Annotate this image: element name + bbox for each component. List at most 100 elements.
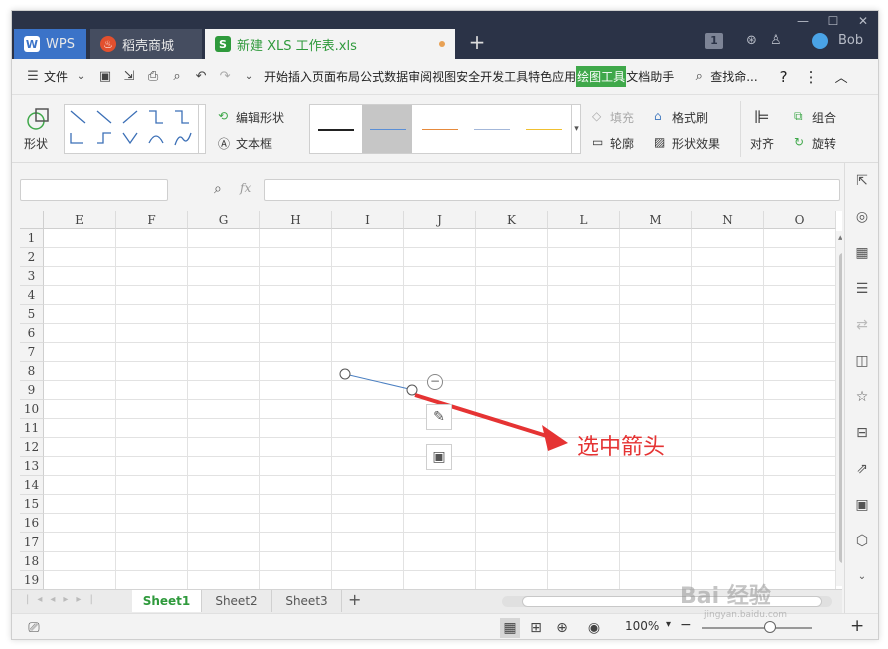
menu-featured-apps[interactable]: 特色应用 — [528, 68, 576, 85]
menu-page-layout[interactable]: 页面布局 — [312, 68, 360, 85]
print-icon[interactable]: ⎙ — [144, 68, 162, 86]
shape-button[interactable]: 形状 — [24, 135, 48, 152]
collapse-ribbon-icon[interactable]: ︿ — [835, 67, 848, 86]
shape-style-brush-icon[interactable]: ✎ — [426, 404, 452, 430]
menu-home[interactable]: 开始 — [264, 68, 288, 85]
format-brush-button[interactable]: 格式刷 — [672, 109, 708, 126]
menu-view[interactable]: 视图 — [432, 68, 456, 85]
print-preview-icon[interactable]: ⌕ — [168, 68, 186, 86]
outline-icon[interactable]: ▭ — [592, 135, 603, 149]
shape-outline-quick-icon[interactable]: ▣ — [426, 444, 452, 470]
menu-developer[interactable]: 开发工具 — [480, 68, 528, 85]
normal-view-icon[interactable]: ▦ — [500, 618, 520, 638]
share-icon[interactable]: ⇗ — [852, 459, 872, 479]
line-style-yellow[interactable] — [526, 129, 562, 130]
sheet-tab-3[interactable]: Sheet3 — [272, 590, 342, 612]
group-button[interactable]: 组合 — [812, 109, 836, 126]
gallery-icon[interactable]: ◫ — [852, 351, 872, 371]
zoom-lookup-icon[interactable]: ⌕ — [214, 181, 222, 197]
close-button[interactable]: ✕ — [848, 13, 878, 29]
tab-wps-home[interactable]: W WPS — [14, 29, 86, 59]
save-icon[interactable]: ▣ — [96, 68, 114, 86]
tab-docer-store[interactable]: ♨ 稻壳商城 — [90, 29, 202, 59]
sheet-nav-arrows-icon[interactable]: |◂◂▸▸| — [26, 594, 101, 605]
rotate-icon[interactable]: ↻ — [794, 135, 804, 149]
spreadsheet-grid[interactable]: EFGHIJKLMNO 1 2 3 4 5 6 7 8 9 10 11 12 13 14 15 16 17 18 1… — [20, 211, 842, 589]
customize-dropdown-icon[interactable]: ⌄ — [240, 68, 258, 86]
line-style-black[interactable] — [318, 129, 354, 131]
new-tab-button[interactable]: + — [466, 31, 488, 55]
group-icon[interactable]: ⧉ — [794, 109, 803, 124]
edit-shape-icon[interactable]: ⟲ — [218, 109, 228, 123]
textbox-icon[interactable]: Ⓐ — [218, 135, 230, 152]
settings-sliders-icon[interactable]: ☰ — [852, 279, 872, 299]
hamburger-menu-icon[interactable]: ☰ — [24, 68, 42, 86]
more-options-icon[interactable]: ⋮ — [804, 68, 819, 86]
star-icon[interactable]: ☆ — [852, 387, 872, 407]
shape-icon[interactable] — [26, 107, 49, 130]
menu-security[interactable]: 安全 — [456, 68, 480, 85]
shield-icon[interactable]: ⬡ — [852, 531, 872, 551]
pointer-select-icon[interactable]: ⇱ — [852, 171, 872, 191]
menu-formulas[interactable]: 公式 — [360, 68, 384, 85]
chevron-down-icon[interactable]: ⌄ — [72, 68, 90, 86]
minimize-button[interactable]: — — [788, 13, 818, 29]
avatar[interactable] — [812, 33, 828, 49]
zoom-out-button[interactable]: − — [680, 617, 692, 633]
line-gallery-dropdown[interactable]: ▾ — [571, 104, 581, 154]
skin-icon[interactable]: ⊛ — [746, 33, 757, 48]
zoom-dropdown-icon[interactable]: ▾ — [666, 619, 671, 630]
redo-icon[interactable]: ↷ — [216, 68, 234, 86]
image-icon[interactable]: ▣ — [852, 495, 872, 515]
page-layout-view-icon[interactable]: ⊕ — [552, 618, 572, 638]
outline-button[interactable]: 轮廓 — [610, 135, 634, 152]
textbox-button[interactable]: 文本框 — [236, 135, 272, 152]
sheet-tab-2[interactable]: Sheet2 — [202, 590, 272, 612]
tab-spreadsheet-doc[interactable]: S 新建 XLS 工作表.xls — [205, 29, 455, 59]
shape-effect-icon[interactable]: ▨ — [654, 135, 665, 149]
shape-collapse-button[interactable]: − — [427, 374, 443, 390]
undo-icon[interactable]: ↶ — [192, 68, 210, 86]
shape-effect-button[interactable]: 形状效果 — [672, 135, 720, 152]
name-box[interactable] — [20, 179, 168, 201]
zoom-level[interactable]: 100% — [625, 619, 659, 633]
help-button[interactable]: ? — [780, 68, 788, 86]
window-count-badge[interactable]: 1 — [705, 33, 723, 49]
macro-record-icon[interactable]: ⎚ — [24, 618, 44, 638]
menu-review[interactable]: 审阅 — [408, 68, 432, 85]
shape-gallery[interactable] — [64, 104, 206, 154]
format-brush-icon[interactable]: ⌂ — [654, 109, 662, 123]
zoom-slider-knob[interactable] — [764, 621, 776, 633]
menu-insert[interactable]: 插入 — [288, 68, 312, 85]
vertical-scroll-thumb[interactable] — [839, 253, 842, 563]
command-search[interactable]: 查找命... — [710, 68, 757, 85]
fx-label[interactable]: fx — [240, 181, 251, 195]
reading-mode-icon[interactable]: ◉ — [584, 618, 604, 638]
add-sheet-button[interactable]: + — [348, 590, 361, 609]
page-break-view-icon[interactable]: ⊞ — [526, 618, 546, 638]
shirt-icon[interactable]: ♙ — [770, 33, 782, 48]
zoom-slider[interactable] — [702, 627, 812, 629]
menu-doc-assistant[interactable]: 文档助手 — [626, 68, 674, 85]
horizontal-scroll-thumb[interactable] — [522, 596, 822, 607]
rotate-button[interactable]: 旋转 — [812, 135, 836, 152]
shapes-panel-icon[interactable]: ◎ — [852, 207, 872, 227]
menu-data[interactable]: 数据 — [384, 68, 408, 85]
gallery-scroll[interactable] — [198, 104, 208, 154]
export-icon[interactable]: ⇲ — [120, 68, 138, 86]
line-style-orange[interactable] — [422, 129, 458, 130]
menu-drawing-tools[interactable]: 绘图工具 — [576, 66, 627, 87]
line-style-lightblue[interactable] — [474, 129, 510, 130]
align-button[interactable]: 对齐 — [750, 135, 774, 152]
line-style-gallery[interactable] — [309, 104, 581, 154]
edit-shape-button[interactable]: 编辑形状 — [236, 109, 284, 126]
user-name[interactable]: Bob — [838, 33, 863, 48]
archive-icon[interactable]: ⊟ — [852, 423, 872, 443]
maximize-button[interactable]: ☐ — [818, 13, 848, 29]
table-panel-icon[interactable]: ▦ — [852, 243, 872, 263]
zoom-in-button[interactable]: + — [850, 616, 864, 636]
panel-more-chevron-icon[interactable]: ⌄ — [852, 567, 872, 587]
scroll-up-icon[interactable]: ▴ — [838, 233, 842, 243]
sheet-tab-1[interactable]: Sheet1 — [132, 590, 202, 612]
line-style-blue[interactable] — [370, 129, 406, 130]
